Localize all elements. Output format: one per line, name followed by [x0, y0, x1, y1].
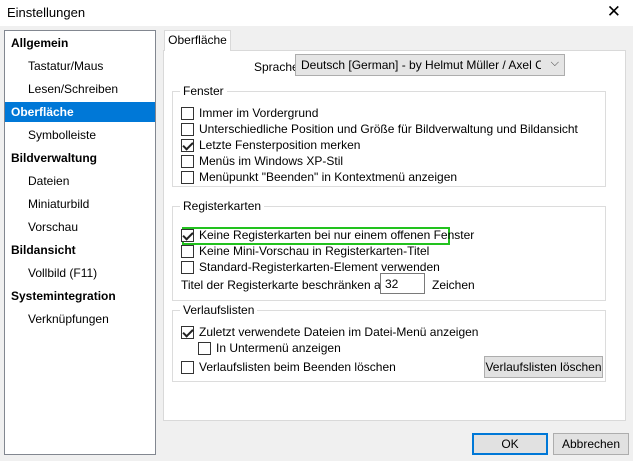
- nav-item-miniaturbild[interactable]: Miniaturbild: [5, 194, 155, 214]
- checkbox-label: Menüs im Windows XP-Stil: [199, 154, 344, 168]
- nav-item-lesen-schreiben[interactable]: Lesen/Schreiben: [5, 79, 155, 99]
- tab-oberflaeche[interactable]: Oberfläche: [164, 30, 231, 51]
- checkbox-box-checked[interactable]: [181, 229, 194, 242]
- nav-item-bildansicht[interactable]: Bildansicht: [5, 240, 155, 260]
- language-select[interactable]: Deutsch [German] - by Helmut Müller / Ax…: [295, 54, 565, 76]
- checkbox-box-checked[interactable]: [181, 326, 194, 339]
- window-title: Einstellungen: [7, 5, 86, 20]
- checkbox-keine-mini-vorschau[interactable]: Keine Mini-Vorschau in Registerkarten-Ti…: [181, 245, 429, 261]
- checkbox-label: Menüpunkt "Beenden" in Kontextmenü anzei…: [199, 170, 458, 184]
- checkbox-box[interactable]: [181, 123, 194, 136]
- tab-title-limit-label: Titel der Registerkarte beschränken auf: [181, 278, 391, 292]
- checkbox-letzte-fensterposition[interactable]: Letzte Fensterposition merken: [181, 139, 360, 155]
- chevron-down-icon: ⌵: [550, 57, 559, 69]
- checkbox-box-checked[interactable]: [181, 139, 194, 152]
- tab-panel: Sprache Deutsch [German] - by Helmut Mül…: [163, 50, 626, 421]
- nav-item-bildverwaltung[interactable]: Bildverwaltung: [5, 148, 155, 168]
- checkbox-immer-im-vordergrund[interactable]: Immer im Vordergrund: [181, 107, 318, 123]
- checkbox-in-untermenue[interactable]: In Untermenü anzeigen: [198, 342, 341, 358]
- checkbox-box[interactable]: [181, 155, 194, 168]
- checkbox-menues-xp-stil[interactable]: Menüs im Windows XP-Stil: [181, 155, 343, 171]
- checkbox-label: Unterschiedliche Position und Größe für …: [199, 122, 578, 136]
- group-verlaufslisten: Verlaufslisten Zuletzt verwendete Dateie…: [172, 303, 606, 382]
- checkbox-label: Keine Registerkarten bei nur einem offen…: [199, 228, 475, 242]
- settings-nav-tree: Allgemein Tastatur/Maus Lesen/Schreiben …: [4, 30, 156, 455]
- checkbox-verlaufslisten-loeschen[interactable]: Verlaufslisten beim Beenden löschen: [181, 361, 396, 377]
- checkbox-box[interactable]: [181, 245, 194, 258]
- group-verlaufslisten-title: Verlaufslisten: [180, 303, 258, 317]
- checkbox-box[interactable]: [181, 171, 194, 184]
- checkbox-label: Keine Mini-Vorschau in Registerkarten-Ti…: [199, 244, 430, 258]
- nav-item-symbolleiste[interactable]: Symbolleiste: [5, 125, 155, 145]
- group-fenster-title: Fenster: [180, 84, 227, 98]
- title-bar: Einstellungen ✕: [0, 0, 633, 26]
- nav-item-tastatur-maus[interactable]: Tastatur/Maus: [5, 56, 155, 76]
- ok-button[interactable]: OK: [472, 433, 548, 455]
- group-fenster: Fenster Immer im Vordergrund Unterschied…: [172, 84, 606, 187]
- checkbox-zuletzt-verwendete-dateien[interactable]: Zuletzt verwendete Dateien im Datei-Menü…: [181, 326, 478, 342]
- nav-item-oberflaeche[interactable]: Oberfläche: [5, 102, 155, 122]
- checkbox-box[interactable]: [198, 342, 211, 355]
- tab-title-limit-input[interactable]: [380, 273, 425, 294]
- group-registerkarten: Registerkarten Keine Registerkarten bei …: [172, 199, 606, 301]
- nav-item-vollbild[interactable]: Vollbild (F11): [5, 263, 155, 283]
- checkbox-label: Immer im Vordergrund: [199, 106, 319, 120]
- checkbox-label: In Untermenü anzeigen: [216, 341, 341, 355]
- checkbox-menuepunkt-beenden[interactable]: Menüpunkt "Beenden" in Kontextmenü anzei…: [181, 171, 457, 187]
- checkbox-label: Letzte Fensterposition merken: [199, 138, 361, 152]
- nav-item-dateien[interactable]: Dateien: [5, 171, 155, 191]
- checkbox-box[interactable]: [181, 361, 194, 374]
- checkbox-box[interactable]: [181, 261, 194, 274]
- checkbox-label: Verlaufslisten beim Beenden löschen: [199, 360, 396, 374]
- nav-item-systemintegration[interactable]: Systemintegration: [5, 286, 155, 306]
- checkbox-box[interactable]: [181, 107, 194, 120]
- language-select-value: Deutsch [German] - by Helmut Müller / Ax…: [301, 58, 541, 72]
- nav-item-verknuepfungen[interactable]: Verknüpfungen: [5, 309, 155, 329]
- cancel-button[interactable]: Abbrechen: [553, 433, 629, 455]
- checkbox-label: Zuletzt verwendete Dateien im Datei-Menü…: [199, 325, 479, 339]
- nav-item-allgemein[interactable]: Allgemein: [5, 33, 155, 53]
- group-registerkarten-title: Registerkarten: [180, 199, 265, 213]
- clear-history-button[interactable]: Verlaufslisten löschen: [484, 356, 603, 378]
- checkbox-unterschiedliche-position[interactable]: Unterschiedliche Position und Größe für …: [181, 123, 578, 139]
- language-label: Sprache: [254, 60, 299, 74]
- checkbox-keine-registerkarten[interactable]: Keine Registerkarten bei nur einem offen…: [181, 229, 474, 245]
- tab-title-limit-unit: Zeichen: [432, 278, 475, 292]
- close-icon[interactable]: ✕: [607, 2, 621, 22]
- nav-item-vorschau[interactable]: Vorschau: [5, 217, 155, 237]
